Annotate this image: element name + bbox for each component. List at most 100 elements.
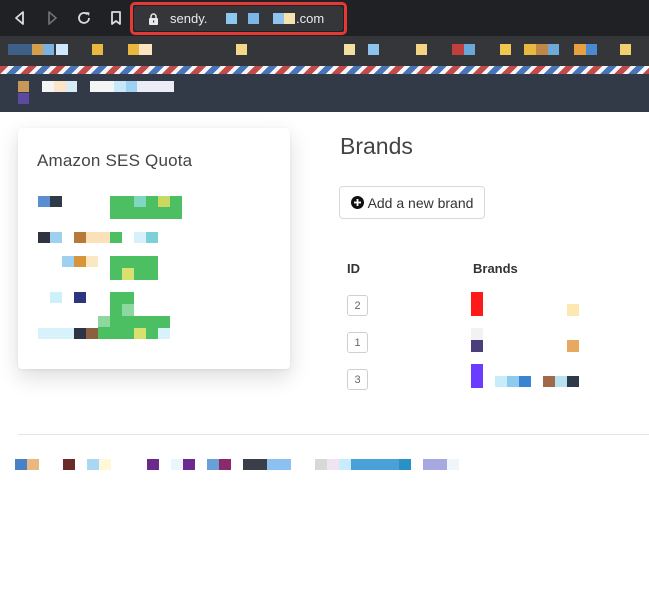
redacted-block — [38, 196, 50, 207]
redacted-block — [226, 13, 237, 24]
redacted-block — [137, 81, 174, 92]
redacted-block — [66, 81, 77, 92]
redacted-block — [56, 44, 68, 55]
column-header-id: ID — [347, 261, 360, 276]
redacted-block — [74, 328, 86, 339]
redacted-block — [32, 44, 43, 55]
redacted-block — [524, 44, 536, 55]
plus-circle-icon — [350, 196, 364, 209]
redacted-block — [471, 328, 483, 340]
ses-quota-card: Amazon SES Quota — [18, 128, 290, 369]
redacted-block — [110, 196, 182, 219]
redacted-block — [8, 44, 32, 55]
redacted-block — [54, 81, 66, 92]
add-brand-button[interactable]: Add a new brand — [339, 186, 485, 219]
redacted-block — [74, 292, 86, 303]
redacted-block — [122, 268, 134, 280]
brand-logo[interactable] — [471, 364, 483, 388]
bookmark-icon[interactable] — [106, 8, 126, 28]
redacted-block — [50, 232, 62, 243]
redacted-block — [219, 459, 231, 470]
reload-icon[interactable] — [74, 8, 94, 28]
redacted-block — [158, 328, 170, 339]
redacted-block — [447, 459, 459, 470]
redacted-block — [158, 196, 170, 207]
redacted-block — [267, 459, 291, 470]
redacted-block — [90, 81, 114, 92]
lock-icon — [148, 12, 159, 25]
redacted-block — [99, 459, 111, 470]
redacted-block — [50, 292, 62, 303]
redacted-block — [543, 376, 555, 387]
redacted-block — [399, 459, 411, 470]
redacted-block — [284, 13, 295, 24]
redacted-block — [18, 93, 29, 104]
redacted-block — [315, 459, 327, 470]
url-host: sendy. — [170, 11, 208, 26]
redacted-block — [62, 256, 74, 267]
redacted-block — [86, 328, 98, 339]
redacted-block — [464, 44, 475, 55]
redacted-block — [567, 304, 579, 316]
redacted-block — [38, 232, 50, 243]
redacted-block — [351, 459, 399, 470]
redacted-block — [74, 256, 86, 267]
redacted-block — [416, 44, 427, 55]
redacted-block — [110, 256, 158, 280]
back-icon[interactable] — [10, 8, 30, 28]
redacted-block — [134, 232, 146, 243]
redacted-block — [27, 459, 39, 470]
redacted-block — [43, 44, 54, 55]
redacted-block — [50, 196, 62, 207]
redacted-block — [519, 376, 531, 387]
redacted-block — [495, 376, 507, 387]
redacted-block — [139, 44, 152, 55]
redacted-block — [171, 459, 183, 470]
brand-logo[interactable] — [471, 292, 483, 316]
redacted-block — [452, 44, 464, 55]
footer-divider — [18, 434, 649, 435]
quota-title: Amazon SES Quota — [37, 151, 193, 170]
redacted-block — [586, 44, 597, 55]
redacted-block — [339, 459, 351, 470]
redacted-block — [183, 459, 195, 470]
redacted-block — [574, 44, 586, 55]
redacted-block — [18, 81, 29, 92]
redacted-block — [567, 340, 579, 352]
redacted-block — [248, 13, 259, 24]
redacted-block — [134, 196, 146, 207]
redacted-block — [500, 44, 511, 55]
decorative-stripe — [0, 66, 649, 74]
column-header-brands: Brands — [473, 261, 518, 276]
redacted-block — [74, 232, 86, 243]
redacted-block — [122, 304, 134, 316]
redacted-block — [536, 44, 548, 55]
redacted-block — [147, 459, 159, 470]
brand-id-badge[interactable]: 1 — [347, 332, 368, 353]
brand-id-badge[interactable]: 3 — [347, 369, 368, 390]
redacted-block — [273, 13, 284, 24]
redacted-block — [87, 459, 99, 470]
redacted-block — [98, 316, 110, 327]
forward-icon[interactable] — [42, 8, 62, 28]
redacted-block — [620, 44, 631, 55]
app-header — [0, 74, 649, 112]
redacted-block — [126, 81, 137, 92]
redacted-block — [555, 376, 567, 387]
redacted-block — [110, 232, 122, 243]
redacted-block — [327, 459, 339, 470]
bookmarks-bar — [0, 36, 649, 66]
browser-toolbar: sendy. .com — [0, 0, 649, 36]
redacted-block — [236, 44, 247, 55]
redacted-block — [507, 376, 519, 387]
address-bar[interactable]: sendy. .com — [134, 6, 343, 31]
brand-logo[interactable] — [471, 340, 483, 352]
redacted-block — [15, 459, 27, 470]
url-tld: .com — [296, 11, 325, 26]
redacted-block — [146, 232, 158, 243]
redacted-block — [128, 44, 139, 55]
redacted-block — [42, 81, 54, 92]
redacted-block — [134, 328, 146, 339]
brand-id-badge[interactable]: 2 — [347, 295, 368, 316]
redacted-block — [86, 232, 110, 243]
